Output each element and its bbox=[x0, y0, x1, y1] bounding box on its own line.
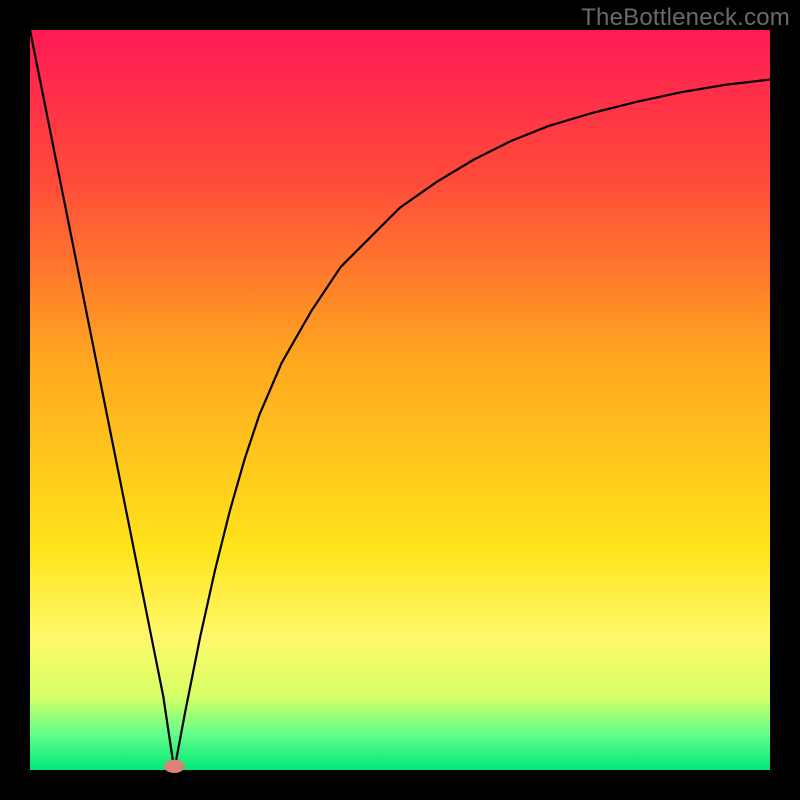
plot-background bbox=[30, 30, 770, 770]
minimum-marker bbox=[164, 760, 185, 773]
bottleneck-chart bbox=[0, 0, 800, 800]
chart-container: { "watermark": "TheBottleneck.com", "cha… bbox=[0, 0, 800, 800]
watermark-text: TheBottleneck.com bbox=[581, 4, 790, 32]
